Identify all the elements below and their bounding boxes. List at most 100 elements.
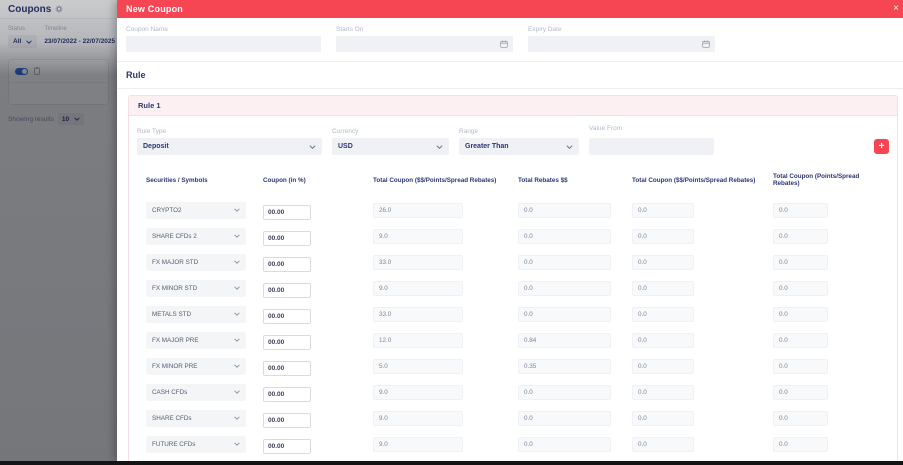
total-coupon-2-value: 0.0 [632,384,694,400]
total-coupon-2-value: 0.0 [632,280,694,296]
symbol-select[interactable]: METALS STD [146,305,246,323]
symbol-select[interactable]: CASH CFDs [146,383,246,401]
coupon-cell [263,227,373,246]
total-coupon-points-value: 0.0 [773,332,828,348]
total-coupon-points-cell: 0.0 [773,228,891,244]
coupon-percent-input[interactable] [263,256,311,272]
total-coupon-cell: 26.0 [373,202,518,218]
total-coupon-cell: 33.0 [373,254,518,270]
symbol-select[interactable]: FX MAJOR PRE [146,331,246,349]
total-rebates-cell: 0.35 [518,358,632,374]
chevron-down-icon [234,338,240,342]
calendar-icon[interactable] [702,40,710,48]
total-coupon-2-value: 0.0 [632,436,694,452]
total-coupon-2-cell: 0.0 [632,306,773,322]
total-coupon-2-value: 0.0 [632,202,694,218]
total-coupon-2-value: 0.0 [632,332,694,348]
starts-on-label: Starts On [336,26,364,33]
calendar-icon[interactable] [500,40,508,48]
column-header: Coupon (in %) [263,176,306,184]
symbol-label: SHARE CFDs [152,414,192,422]
expiry-date-label: Expiry Date [528,26,562,33]
total-rebates-value: 0.0 [518,436,611,452]
symbol-select[interactable]: CRYPTO2 [146,201,246,219]
modal-title: New Coupon [126,4,183,14]
total-coupon-2-cell: 0.0 [632,436,773,452]
rule-type-label: Rule Type [137,128,167,135]
coupon-cell [263,305,373,324]
total-coupon-value: 12.0 [373,332,463,348]
rule-type-select[interactable]: Deposit [137,138,322,155]
symbol-select[interactable]: FX MINOR STD [146,279,246,297]
coupon-name-label: Coupon Name [126,26,168,33]
total-rebates-cell: 0.0 [518,280,632,296]
total-coupon-value: 9.0 [373,228,463,244]
total-coupon-points-cell: 0.0 [773,202,891,218]
coupon-name-input[interactable] [126,36,321,52]
total-coupon-points-value: 0.0 [773,280,828,296]
symbol-select[interactable]: FX MINOR PRE [146,357,246,375]
total-coupon-cell: 9.0 [373,228,518,244]
total-coupon-value: 33.0 [373,306,463,322]
table-row: SHARE CFDs 9.0 0.0 0.0 0.0 [146,405,891,431]
coupon-percent-input[interactable] [263,204,311,220]
coupon-percent-input[interactable] [263,438,311,454]
total-rebates-value: 0.0 [518,254,611,270]
close-icon[interactable]: × [893,4,899,14]
total-rebates-cell: 0.0 [518,384,632,400]
total-coupon-cell: 9.0 [373,384,518,400]
total-coupon-cell: 33.0 [373,306,518,322]
symbol-select[interactable]: SHARE CFDs [146,409,246,427]
starts-on-input[interactable] [336,36,513,52]
symbol-label: CASH CFDs [152,388,188,396]
add-rule-button[interactable]: + [874,139,889,154]
coupon-percent-input[interactable] [263,386,311,402]
total-coupon-2-cell: 0.0 [632,332,773,348]
total-coupon-2-value: 0.0 [632,254,694,270]
value-from-input[interactable] [589,138,714,155]
table-rows: CRYPTO2 26.0 0.0 0.0 0.0 SHARE CFDs 2 [146,197,891,465]
symbol-select[interactable]: FUTURE CFDs [146,435,246,453]
total-coupon-2-cell: 0.0 [632,280,773,296]
rule-controls: Rule Type Deposit Currency USD Range Gre… [129,116,897,165]
total-coupon-2-value: 0.0 [632,306,694,322]
total-coupon-value: 9.0 [373,384,463,400]
total-coupon-cell: 12.0 [373,332,518,348]
rule-name: Rule 1 [138,101,161,110]
symbol-cell: FX MAJOR STD [146,253,263,271]
table-row: FUTURE CFDs 9.0 0.0 0.0 0.0 [146,431,891,457]
coupon-percent-input[interactable] [263,282,311,298]
chevron-down-icon [234,208,240,212]
column-header: Total Rebates $$ [518,176,568,184]
total-rebates-cell: 0.0 [518,306,632,322]
coupon-percent-input[interactable] [263,334,311,350]
coupon-cell [263,435,373,454]
symbol-select[interactable]: FX MAJOR STD [146,253,246,271]
total-coupon-2-cell: 0.0 [632,410,773,426]
total-coupon-points-value: 0.0 [773,306,828,322]
total-coupon-points-cell: 0.0 [773,358,891,374]
expiry-date-field-group: Expiry Date [528,26,715,52]
symbol-cell: CRYPTO2 [146,201,263,219]
coupon-percent-input[interactable] [263,412,311,428]
total-coupon-cell: 9.0 [373,410,518,426]
total-coupon-points-value: 0.0 [773,254,828,270]
total-rebates-cell: 0.0 [518,436,632,452]
range-value: Greater Than [465,143,509,150]
coupon-percent-input[interactable] [263,360,311,376]
range-select[interactable]: Greater Than [459,138,579,155]
expiry-date-input[interactable] [528,36,715,52]
rule-card: Rule 1 Rule Type Deposit Currency USD Ra… [128,95,898,465]
symbol-cell: CASH CFDs [146,383,263,401]
coupon-cell [263,253,373,272]
total-coupon-points-value: 0.0 [773,436,828,452]
total-coupon-value: 33.0 [373,254,463,270]
coupon-percent-input[interactable] [263,230,311,246]
total-coupon-2-value: 0.0 [632,410,694,426]
chevron-down-icon [234,442,240,446]
total-coupon-points-value: 0.0 [773,410,828,426]
symbol-select[interactable]: SHARE CFDs 2 [146,227,246,245]
currency-select[interactable]: USD [332,138,449,155]
total-coupon-points-value: 0.0 [773,228,828,244]
coupon-percent-input[interactable] [263,308,311,324]
